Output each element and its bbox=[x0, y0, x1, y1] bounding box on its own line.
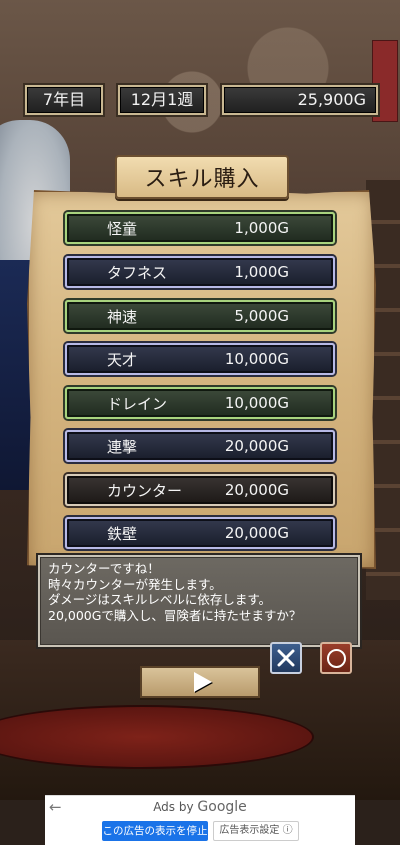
circle-icon bbox=[326, 648, 346, 668]
skill-name: ドレイン bbox=[107, 394, 168, 413]
ads-by-label: Ads by Google bbox=[45, 799, 355, 815]
dialog-line: 時々カウンターが発生します。 bbox=[48, 576, 222, 592]
panel-title: スキル購入 bbox=[115, 155, 289, 199]
skill-name: 鉄壁 bbox=[107, 524, 138, 543]
skill-item-tensai[interactable]: 天才 10,000G bbox=[65, 343, 335, 375]
skill-name: 怪童 bbox=[107, 219, 138, 238]
skill-price: 20,000G bbox=[224, 437, 289, 455]
cancel-button[interactable] bbox=[270, 642, 302, 674]
x-icon bbox=[277, 649, 295, 667]
skill-name: 神速 bbox=[107, 307, 138, 326]
skill-name: カウンター bbox=[107, 481, 183, 500]
skill-item-toughness[interactable]: タフネス 1,000G bbox=[65, 256, 335, 288]
google-logo: Google bbox=[197, 799, 247, 815]
skill-name: タフネス bbox=[107, 263, 168, 282]
year-display: 7年目 bbox=[25, 85, 103, 115]
skill-name: 天才 bbox=[107, 350, 138, 369]
skill-item-counter[interactable]: カウンター 20,000G bbox=[65, 474, 335, 506]
stop-ad-button[interactable]: この広告の表示を停止 bbox=[102, 821, 208, 841]
confirmation-dialog: カウンターですね！ 時々カウンターが発生します。 ダメージはスキルレベルに依存し… bbox=[38, 555, 360, 647]
ad-settings-button[interactable]: 広告表示設定 ⓘ bbox=[213, 821, 299, 841]
dialog-line: ダメージはスキルレベルに依存します。 bbox=[48, 592, 272, 607]
skill-price: 10,000G bbox=[224, 394, 289, 412]
skill-item-drain[interactable]: ドレイン 10,000G bbox=[65, 387, 335, 419]
gold-display: 25,900G bbox=[222, 85, 378, 115]
skill-panel bbox=[27, 190, 376, 569]
skill-item-shinsoku[interactable]: 神速 5,000G bbox=[65, 300, 335, 332]
skill-item-rengeki[interactable]: 連撃 20,000G bbox=[65, 430, 335, 462]
skill-price: 1,000G bbox=[234, 263, 289, 281]
play-arrow-icon bbox=[194, 672, 212, 692]
skill-item-teppeki[interactable]: 鉄壁 20,000G bbox=[65, 517, 335, 549]
skill-price: 10,000G bbox=[224, 350, 289, 368]
skill-name: 連撃 bbox=[107, 437, 138, 456]
next-button[interactable] bbox=[140, 666, 260, 698]
ad-banner: ← Ads by Google この広告の表示を停止 広告表示設定 ⓘ bbox=[45, 795, 355, 845]
skill-price: 20,000G bbox=[224, 481, 289, 499]
skill-price: 5,000G bbox=[234, 307, 289, 325]
week-display: 12月1週 bbox=[118, 85, 206, 115]
dialog-line: カウンターですね！ bbox=[48, 561, 160, 576]
skill-item-kaidou[interactable]: 怪童 1,000G bbox=[65, 212, 335, 244]
skill-price: 20,000G bbox=[224, 524, 289, 542]
ads-by-text: Ads by bbox=[153, 800, 194, 814]
dialog-line: 20,000Gで購入し、冒険者に持たせますか？ bbox=[48, 607, 302, 623]
confirm-button[interactable] bbox=[320, 642, 352, 674]
skill-price: 1,000G bbox=[234, 219, 289, 237]
